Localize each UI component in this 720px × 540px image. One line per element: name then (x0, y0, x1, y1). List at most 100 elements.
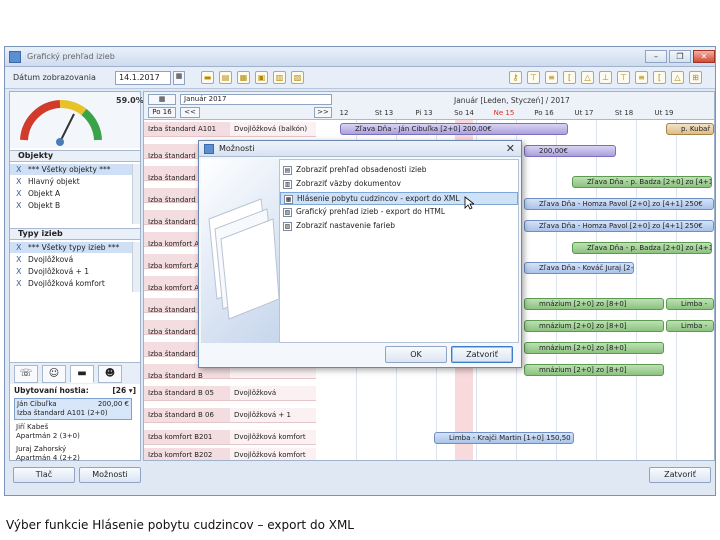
room-type-item[interactable]: X *** Všetky typy izieb *** (10, 242, 132, 253)
room-row[interactable]: Izba štandard B 05 Dvojlôžková (144, 386, 316, 401)
guests-tab-icon[interactable]: ☺ (42, 365, 66, 383)
reservation-bar[interactable]: mnázium [2+0] zo [8+0] (524, 364, 664, 376)
option-foreigner-xml-export[interactable]: ▦ Hlásenie pobytu cudzincov - export do X… (280, 192, 518, 205)
month-select[interactable]: Január 2017 (180, 94, 332, 105)
key-icon[interactable]: ⚷ (509, 71, 522, 84)
dialog-title: Možnosti (219, 144, 255, 153)
reservation-bar[interactable]: Limba - (666, 298, 714, 310)
day-header: Ut 19 (654, 109, 674, 117)
filter-icon[interactable]: ⊤ (527, 71, 540, 84)
dialog-icon (204, 144, 214, 154)
reservation-bar[interactable]: 200,00€ (524, 145, 616, 157)
day-header: St 13 (374, 109, 394, 117)
reservation-bar[interactable]: Zľava Dňa - Ján Cibuľka [2+0] 200,00€ (340, 123, 568, 135)
dialog-close-icon[interactable]: ✕ (506, 142, 515, 155)
reservation-bar[interactable]: Zľava Dňa - Kováč Juraj [2+0] (524, 262, 634, 274)
objects-scrollbar[interactable] (132, 164, 140, 224)
table-icon[interactable]: ▦ (237, 71, 250, 84)
day-header: St 18 (614, 109, 634, 117)
room-type-item[interactable]: X Dvojlôžková + 1 (10, 266, 132, 277)
print-icon[interactable]: ▣ (255, 71, 268, 84)
maximize-button[interactable]: ❐ (669, 50, 691, 63)
html-icon: ▧ (283, 208, 292, 217)
guest-row[interactable]: Jiří Kabeš Apartmán 2 (3+0) (14, 422, 132, 442)
list-icon[interactable]: ≡ (635, 71, 648, 84)
ok-button[interactable]: OK (385, 346, 447, 363)
reception-tab-icon[interactable]: ☏ (14, 365, 38, 383)
object-item[interactable]: X Hlavný objekt (10, 176, 132, 187)
option-occupancy-overview[interactable]: ▤ Zobraziť prehľad obsadenosti izieb (280, 164, 518, 177)
document-icon[interactable]: ▤ (219, 71, 232, 84)
reservation-bar[interactable]: p. Kubař (666, 123, 714, 135)
reservation-bar[interactable]: Limba - Krajči Martin [1+0] 150,50 (434, 432, 574, 444)
room-types-header: Typy izieb (10, 228, 140, 240)
reservation-bar[interactable]: Zľava Dňa - Homza Pavol [2+0] zo [4+1] 2… (524, 220, 714, 232)
app-icon (9, 51, 21, 63)
reservation-bar[interactable]: mnázium [2+0] zo [8+0] (524, 298, 664, 310)
object-item[interactable]: X *** Všetky objekty *** (10, 164, 132, 175)
gauge-dial (20, 100, 102, 146)
mouse-cursor-icon (464, 196, 474, 210)
grid-calendar-icon[interactable]: ▦ (148, 94, 176, 105)
guest-row[interactable]: Juraj Zahorský Apartmán 4 (2+2) (14, 444, 132, 464)
date-input[interactable]: 14.1.2017 (115, 71, 171, 85)
calendar-icon[interactable]: ▦ (173, 71, 185, 85)
triangle-icon[interactable]: △ (581, 71, 594, 84)
sort-icon[interactable]: ⊤ (617, 71, 630, 84)
object-item[interactable]: X Objekt A (10, 188, 132, 199)
option-html-export[interactable]: ▧ Grafický prehľad izieb - export do HTML (280, 206, 518, 219)
options-dialog: Možnosti ✕ ▤ Zobraziť prehľad obsadenosti… (198, 140, 522, 368)
reservation-bar[interactable]: Zľava Dňa - p. Badza [2+0] zo [4+1] (572, 242, 712, 254)
dialog-illustration (201, 159, 279, 343)
bracket-right-icon[interactable]: [ (653, 71, 666, 84)
object-item[interactable]: X Objekt B (10, 200, 132, 211)
room-types-scrollbar[interactable] (132, 242, 140, 292)
triangle-right-icon[interactable]: △ (671, 71, 684, 84)
prev-button[interactable]: << (180, 107, 200, 118)
dialog-close-button[interactable]: Zatvoriť (451, 346, 513, 363)
guest-row[interactable]: Ján Cibuľka 200,00 € Izba štandard A101 (… (14, 398, 132, 420)
room-type-item[interactable]: X Dvojlôžková komfort (10, 278, 132, 289)
reservation-bar[interactable]: mnázium [2+0] zo [8+0] (524, 320, 664, 332)
align-icon[interactable]: ≡ (545, 71, 558, 84)
check-icon: X (16, 255, 22, 264)
staff-tab-icon[interactable]: ☻ (98, 365, 122, 383)
reservation-bar[interactable]: mnázium [2+0] zo [8+0] (524, 342, 664, 354)
rooms-tab-icon[interactable]: ▬ (70, 365, 94, 383)
check-icon: X (16, 177, 22, 186)
room-row[interactable]: Izba komfort B202 Dvojlôžková komfort (144, 448, 316, 460)
grid-line (556, 120, 557, 460)
grid-icon[interactable]: ⊞ (689, 71, 702, 84)
bracket-icon[interactable]: [ (563, 71, 576, 84)
option-document-links[interactable]: ▥ Zobraziť väzby dokumentov (280, 178, 518, 191)
options-button[interactable]: Možnosti (79, 467, 141, 483)
objects-header: Objekty (10, 150, 140, 162)
room-row[interactable]: Izba štandard B 06 Dvojlôžková + 1 (144, 408, 316, 423)
table-icon: ▤ (283, 166, 292, 175)
export-icon[interactable]: ▥ (273, 71, 286, 84)
reservation-bar[interactable]: Limba - (666, 320, 714, 332)
link-icon: ▥ (283, 180, 292, 189)
check-icon: X (16, 279, 22, 288)
paper-stack-image (208, 198, 279, 320)
print-button[interactable]: Tlač (13, 467, 75, 483)
day-header-today: Ne 15 (493, 109, 515, 117)
day-header: Pi 13 (415, 109, 433, 117)
settings-icon[interactable]: ▧ (291, 71, 304, 84)
minimize-button[interactable]: – (645, 50, 667, 63)
room-type-item[interactable]: X Dvojlôžková (10, 254, 132, 265)
option-color-settings[interactable]: ▨ Zobraziť nastavenie farieb (280, 220, 518, 233)
room-row[interactable]: Izba štandard A101 Dvojlôžková (balkón) (144, 122, 316, 137)
close-button[interactable]: Zatvoriť (649, 467, 711, 483)
reservation-bar[interactable]: Zľava Dňa - p. Badza [2+0] zo [4+1] (572, 176, 712, 188)
room-row[interactable]: Izba komfort B201 Dvojlôžková komfort (144, 430, 316, 445)
close-window-button[interactable]: ✕ (693, 50, 715, 63)
today-button[interactable]: Po 16 (148, 107, 176, 118)
caption: Výber funkcie Hlásenie pobytu cudzincov … (6, 518, 354, 532)
check-icon: X (16, 267, 22, 276)
column-icon[interactable]: ⊥ (599, 71, 612, 84)
guests-count[interactable]: [26 ▾] (112, 386, 136, 395)
bed-icon[interactable]: ▬ (201, 71, 214, 84)
reservation-bar[interactable]: Zľava Dňa - Homza Pavol [2+0] zo [4+1] 2… (524, 198, 714, 210)
day-header: Ut 17 (574, 109, 594, 117)
